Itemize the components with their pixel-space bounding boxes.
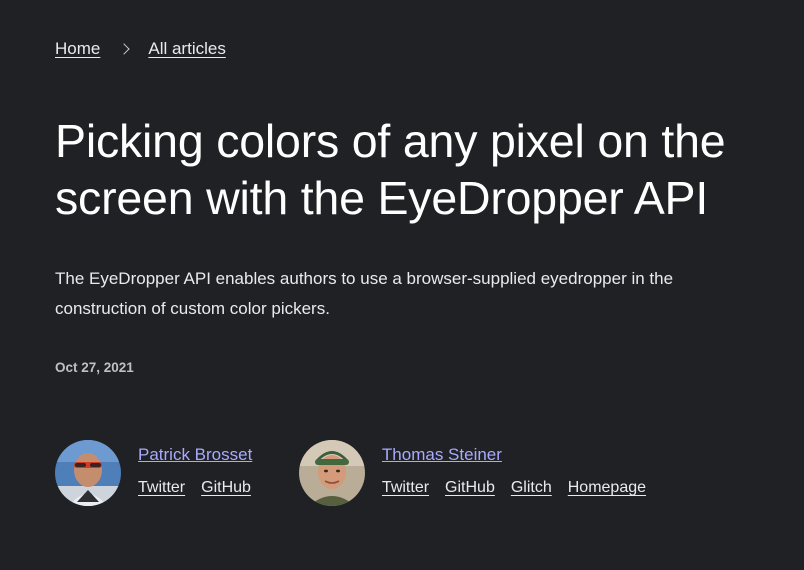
- author-github-link[interactable]: GitHub: [201, 477, 251, 499]
- publish-date: Oct 27, 2021: [55, 360, 134, 375]
- author-twitter-link[interactable]: Twitter: [382, 477, 429, 499]
- author-glitch-link[interactable]: Glitch: [511, 477, 552, 499]
- article-subtitle: The EyeDropper API enables authors to us…: [55, 269, 674, 318]
- page-title: Picking colors of any pixel on the scree…: [55, 115, 726, 224]
- avatar: [298, 440, 365, 506]
- article-header: Home All articles Picking colors of any …: [0, 0, 804, 570]
- author-github-link[interactable]: GitHub: [445, 477, 495, 499]
- breadcrumb: Home All articles: [55, 37, 226, 61]
- avatar: [55, 440, 121, 506]
- author-homepage-link[interactable]: Homepage: [568, 477, 646, 499]
- author-name-link[interactable]: Thomas Steiner: [382, 443, 662, 467]
- author-list: Patrick Brosset Twitter GitHub Thomas St…: [55, 440, 694, 506]
- chevron-right-icon: [118, 43, 131, 55]
- author-links: Twitter GitHub: [138, 477, 267, 499]
- author-card: Patrick Brosset Twitter GitHub: [55, 440, 267, 506]
- breadcrumb-all-articles-link[interactable]: All articles: [148, 37, 225, 61]
- author-twitter-link[interactable]: Twitter: [138, 477, 185, 499]
- author-card: Thomas Steiner Twitter GitHub Glitch Hom…: [298, 440, 662, 506]
- breadcrumb-home-link[interactable]: Home: [55, 37, 100, 61]
- author-name-link[interactable]: Patrick Brosset: [138, 443, 267, 467]
- author-links: Twitter GitHub Glitch Homepage: [382, 477, 662, 499]
